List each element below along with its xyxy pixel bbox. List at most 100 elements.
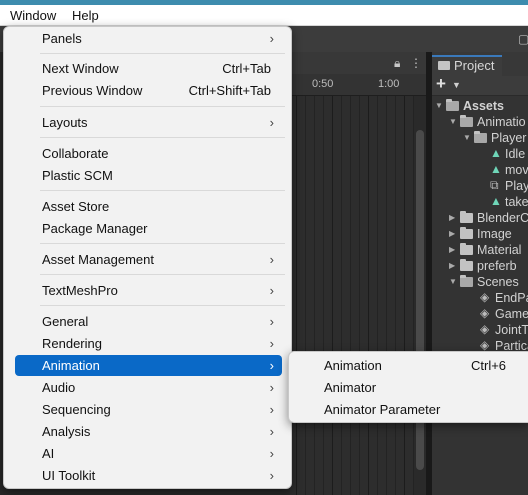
menu-item-next-window[interactable]: Next Window Ctrl+Tab	[15, 58, 282, 79]
animation-clip-icon: ▲	[490, 162, 502, 176]
menu-item-panels[interactable]: Panels ›	[15, 28, 282, 49]
folder-open-icon	[474, 131, 487, 143]
menu-item-label: AI	[42, 446, 55, 461]
scene-icon: ◈	[480, 338, 490, 352]
menu-item-shortcut: Ctrl+6	[471, 358, 507, 373]
submenu-item-animator[interactable]: Animator	[289, 376, 528, 398]
chevron-right-icon: ›	[269, 115, 274, 130]
menu-item-sequencing[interactable]: Sequencing ›	[15, 399, 282, 420]
tree-item-label: take	[505, 195, 528, 209]
plus-icon[interactable]: +	[436, 74, 446, 94]
tree-item-label: JointT	[495, 323, 528, 337]
timeline-gridline	[377, 96, 378, 495]
tree-item[interactable]: ▲ Idle	[432, 146, 528, 162]
menu-separator	[40, 53, 285, 54]
tree-item-label: mov	[505, 163, 528, 177]
tree-item[interactable]: ▶ preferb	[432, 258, 528, 274]
menu-item-previous-window[interactable]: Previous Window Ctrl+Shift+Tab	[15, 80, 282, 101]
tree-item-label: Game	[495, 307, 528, 321]
timeline-gridline	[323, 96, 324, 495]
tree-item[interactable]: ▼ Scenes	[432, 274, 528, 290]
menu-item-animation[interactable]: Animation ›	[15, 355, 282, 376]
chevron-down-icon[interactable]: ▼	[435, 101, 443, 110]
tree-item[interactable]: ▼ Animatio	[432, 114, 528, 130]
menu-item-textmeshpro[interactable]: TextMeshPro ›	[15, 280, 282, 301]
chevron-right-icon: ›	[269, 402, 274, 417]
tree-item[interactable]: ◈ Game	[432, 306, 528, 322]
menu-item-ui-toolkit[interactable]: UI Toolkit ›	[15, 465, 282, 486]
tree-item-label: Idle	[505, 147, 526, 161]
menu-item-label: Animation	[324, 358, 382, 373]
chevron-right-icon[interactable]: ▶	[449, 245, 455, 254]
timeline-ruler[interactable]: 0:50 1:00	[290, 74, 426, 96]
tree-item[interactable]: ▶ Material	[432, 242, 528, 258]
menu-item-layouts[interactable]: Layouts ›	[15, 112, 282, 133]
tree-item[interactable]: ◈ EndPa	[432, 290, 528, 306]
menu-item-collaborate[interactable]: Collaborate	[15, 143, 282, 164]
menu-item-label: Animator Parameter	[324, 402, 441, 417]
timeline-gridline	[404, 96, 405, 495]
tree-item-label: Animatio	[477, 115, 526, 129]
menu-item-label: Previous Window	[42, 83, 143, 98]
animation-clip-icon: ▲	[490, 194, 502, 208]
menu-item-label: General	[42, 314, 89, 329]
folder-icon	[460, 259, 473, 271]
chevron-down-icon[interactable]: ▼	[449, 117, 457, 126]
submenu-item-animator-parameter[interactable]: Animator Parameter	[289, 398, 528, 420]
menu-item-general[interactable]: General ›	[15, 311, 282, 332]
more-options-icon[interactable]: ⋮	[410, 56, 422, 70]
menu-item-asset-store[interactable]: Asset Store	[15, 196, 282, 217]
timeline-gridline	[350, 96, 351, 495]
chevron-right-icon: ›	[269, 283, 274, 298]
tree-item-label: preferb	[477, 259, 517, 273]
menu-item-label: Layouts	[42, 115, 88, 130]
menu-item-analysis[interactable]: Analysis ›	[15, 421, 282, 442]
tree-item[interactable]: ▲ mov	[432, 162, 528, 178]
menu-item-audio[interactable]: Audio ›	[15, 377, 282, 398]
chevron-right-icon[interactable]: ▶	[449, 229, 455, 238]
tree-item[interactable]: ▼ Assets	[432, 98, 528, 114]
chevron-down-icon[interactable]: ▼	[452, 80, 461, 90]
menu-item-shortcut: Ctrl+Shift+Tab	[188, 83, 271, 98]
project-tab-label: Project	[454, 58, 495, 73]
chevron-right-icon: ›	[269, 31, 274, 46]
tree-item-label: Player	[491, 131, 527, 145]
timeline-gridline	[386, 96, 387, 495]
chevron-right-icon[interactable]: ▶	[449, 261, 455, 270]
folder-open-icon	[446, 99, 459, 111]
submenu-item-animation[interactable]: Animation Ctrl+6	[289, 354, 528, 376]
menu-item-label: Asset Store	[42, 199, 110, 214]
timeline-gridline	[314, 96, 315, 495]
tree-item[interactable]: ⧉ Play	[432, 178, 528, 194]
layout-icon[interactable]: ▢	[518, 32, 528, 46]
tree-item[interactable]: ▶ Image	[432, 226, 528, 242]
project-toolbar	[432, 76, 528, 96]
tree-item[interactable]: ▼ Player	[432, 130, 528, 146]
tree-item-label: Image	[477, 227, 512, 241]
menu-item-asset-management[interactable]: Asset Management ›	[15, 249, 282, 270]
menu-item-ai[interactable]: AI ›	[15, 443, 282, 464]
scene-icon: ◈	[480, 290, 490, 304]
chevron-right-icon[interactable]: ▶	[449, 213, 455, 222]
timeline-gridline	[368, 96, 369, 495]
timeline-gridline	[305, 96, 306, 495]
tree-item[interactable]: ◈ JointT	[432, 322, 528, 338]
folder-open-icon	[460, 115, 473, 127]
lock-icon[interactable]: 🔒︎	[394, 56, 400, 71]
menu-item-label: Next Window	[42, 61, 119, 76]
menu-item-label: Asset Management	[42, 252, 155, 267]
menu-window[interactable]: Window	[10, 8, 56, 23]
tree-item[interactable]: ▶ BlenderC	[432, 210, 528, 226]
timeline-panel	[290, 52, 426, 495]
timeline-gridline	[341, 96, 342, 495]
menu-item-label: Animation	[42, 358, 100, 373]
chevron-down-icon[interactable]: ▼	[449, 277, 457, 286]
menu-item-package-manager[interactable]: Package Manager	[15, 218, 282, 239]
chevron-down-icon[interactable]: ▼	[463, 133, 471, 142]
menu-help[interactable]: Help	[72, 8, 99, 23]
tree-item[interactable]: ▲ take	[432, 194, 528, 210]
menu-item-rendering[interactable]: Rendering ›	[15, 333, 282, 354]
chevron-right-icon: ›	[269, 468, 274, 483]
menu-item-label: Package Manager	[42, 221, 148, 236]
menu-item-plastic-scm[interactable]: Plastic SCM	[15, 165, 282, 186]
